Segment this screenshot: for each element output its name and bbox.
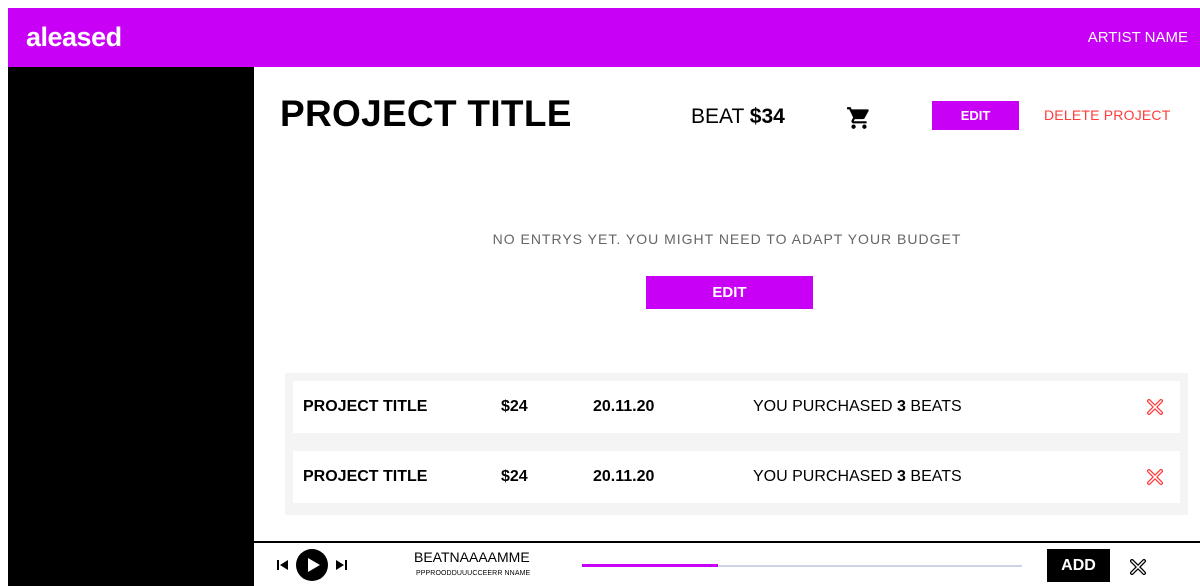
progress-fill [582,564,719,567]
app-root: aleased ARTIST NAME PROJECT TITLE BEAT $… [0,0,1200,586]
track-producer: PPPROODDUUUCCEERR NNAME [416,570,531,577]
close-icon[interactable] [1147,399,1163,415]
list-item: PROJECT TITLE $24 20.11.20 YOU PURCHASED… [293,381,1180,433]
edit-budget-button[interactable]: EDIT [646,276,813,309]
entry-amount: $24 [501,468,528,485]
delete-project-link[interactable]: DELETE PROJECT [1044,107,1171,123]
beat-price-amount: $34 [749,105,785,128]
entry-desc-suffix: BEATS [910,468,962,485]
entry-title: PROJECT TITLE [303,468,428,485]
entry-count: 3 [897,398,906,415]
entry-desc-prefix: YOU PURCHASED [753,468,893,485]
empty-state-message: NO ENTRYS YET. YOU MIGHT NEED TO ADAPT Y… [492,231,962,247]
beat-price-label: BEAT [691,105,744,128]
add-button[interactable]: ADD [1047,549,1110,582]
entry-desc-prefix: YOU PURCHASED [753,398,893,415]
entry-title: PROJECT TITLE [303,398,428,415]
edit-project-button[interactable]: EDIT [932,101,1019,130]
audio-player: BEATNAAAAMME PPPROODDUUUCCEERR NNAME ADD [254,541,1200,586]
entry-amount: $24 [501,398,528,415]
track-name: BEATNAAAAMME [414,549,530,565]
entry-description: YOU PURCHASED 3 BEATS [753,468,962,486]
project-header: PROJECT TITLE BEAT $34 EDIT DELETE PROJE… [254,67,1200,167]
artist-name-menu[interactable]: ARTIST NAME [1088,29,1188,46]
entry-date: 20.11.20 [593,468,655,485]
main-content: PROJECT TITLE BEAT $34 EDIT DELETE PROJE… [254,67,1200,541]
entry-date: 20.11.20 [593,398,655,415]
close-icon[interactable] [1147,469,1163,485]
top-bar: aleased ARTIST NAME [8,8,1200,67]
beat-price: BEAT $34 [691,105,785,129]
entry-count: 3 [897,468,906,485]
cart-icon[interactable] [846,105,872,131]
sidebar [8,67,254,586]
close-icon[interactable] [1130,559,1146,575]
play-icon[interactable] [296,549,328,581]
entries-list: PROJECT TITLE $24 20.11.20 YOU PURCHASED… [285,373,1188,515]
page-title: PROJECT TITLE [280,93,572,134]
skip-next-icon[interactable] [334,558,348,572]
progress-bar[interactable] [582,564,1022,567]
skip-previous-icon[interactable] [276,558,290,572]
entry-description: YOU PURCHASED 3 BEATS [753,398,962,416]
entry-desc-suffix: BEATS [910,398,962,415]
brand-logo[interactable]: aleased [26,22,122,53]
list-item: PROJECT TITLE $24 20.11.20 YOU PURCHASED… [293,451,1180,503]
